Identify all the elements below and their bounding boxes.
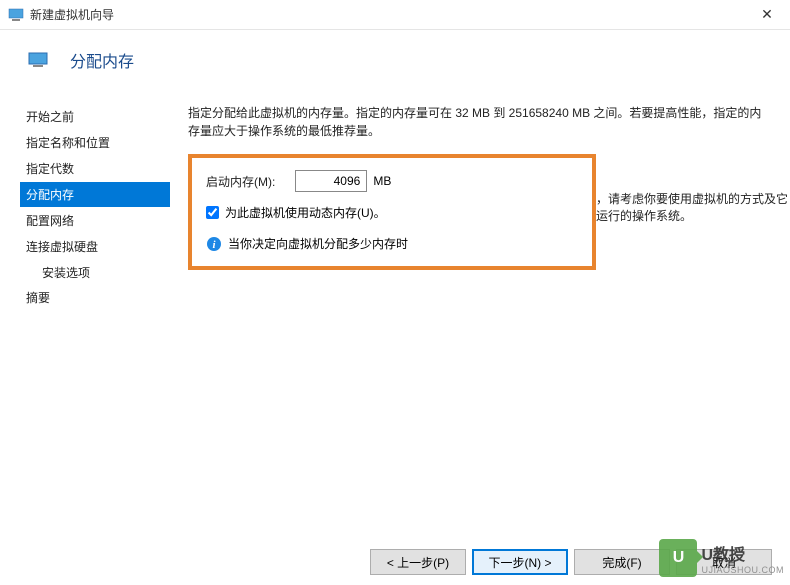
next-button[interactable]: 下一步(N) >	[472, 549, 568, 575]
info-text: 当你决定向虚拟机分配多少内存时	[228, 235, 408, 252]
dynamic-memory-label: 为此虚拟机使用动态内存(U)。	[225, 204, 386, 221]
sidebar: 开始之前 指定名称和位置 指定代数 分配内存 配置网络 连接虚拟硬盘 安装选项 …	[0, 96, 170, 576]
titlebar: 新建虚拟机向导 ✕	[0, 0, 790, 30]
sidebar-item-network[interactable]: 配置网络	[20, 208, 170, 233]
page-title: 分配内存	[70, 48, 134, 72]
finish-button[interactable]: 完成(F)	[574, 549, 670, 575]
info-text-continuation: ，请考虑你要使用虚拟机的方式及它运行的操作系统。	[596, 190, 790, 224]
close-icon[interactable]: ✕	[752, 6, 782, 23]
info-row: i 当你决定向虚拟机分配多少内存时	[206, 235, 578, 252]
sidebar-item-summary[interactable]: 摘要	[20, 285, 170, 310]
sidebar-item-name-location[interactable]: 指定名称和位置	[20, 130, 170, 155]
vm-icon	[28, 50, 48, 70]
main: 开始之前 指定名称和位置 指定代数 分配内存 配置网络 连接虚拟硬盘 安装选项 …	[0, 96, 790, 576]
startup-memory-label: 启动内存(M):	[206, 173, 275, 190]
memory-unit: MB	[373, 174, 391, 188]
app-icon	[8, 7, 24, 23]
watermark-line2: UJIAOSHOU.COM	[701, 565, 784, 575]
sidebar-item-before[interactable]: 开始之前	[20, 104, 170, 129]
dynamic-memory-checkbox[interactable]	[206, 206, 219, 219]
content: 指定分配给此虚拟机的内存量。指定的内存量可在 32 MB 到 251658240…	[170, 96, 790, 576]
description-text: 指定分配给此虚拟机的内存量。指定的内存量可在 32 MB 到 251658240…	[188, 104, 772, 140]
sidebar-item-install-options[interactable]: 安装选项	[20, 260, 170, 285]
dynamic-memory-row: 为此虚拟机使用动态内存(U)。	[206, 204, 578, 221]
startup-memory-input[interactable]	[295, 170, 367, 192]
info-icon: i	[206, 236, 222, 252]
prev-button[interactable]: < 上一步(P)	[370, 549, 466, 575]
sidebar-item-memory[interactable]: 分配内存	[20, 182, 170, 207]
watermark-line1: U教授	[701, 541, 784, 565]
window-title: 新建虚拟机向导	[30, 6, 752, 23]
sidebar-item-vhd[interactable]: 连接虚拟硬盘	[20, 234, 170, 259]
watermark-badge: U	[659, 539, 697, 577]
watermark: U U教授 UJIAOSHOU.COM	[659, 539, 784, 577]
sidebar-item-generation[interactable]: 指定代数	[20, 156, 170, 181]
header: 分配内存	[0, 30, 790, 96]
startup-memory-row: 启动内存(M): MB	[206, 170, 578, 192]
highlight-box: 启动内存(M): MB 为此虚拟机使用动态内存(U)。 i 当你决定向虚拟机分配…	[188, 154, 596, 270]
